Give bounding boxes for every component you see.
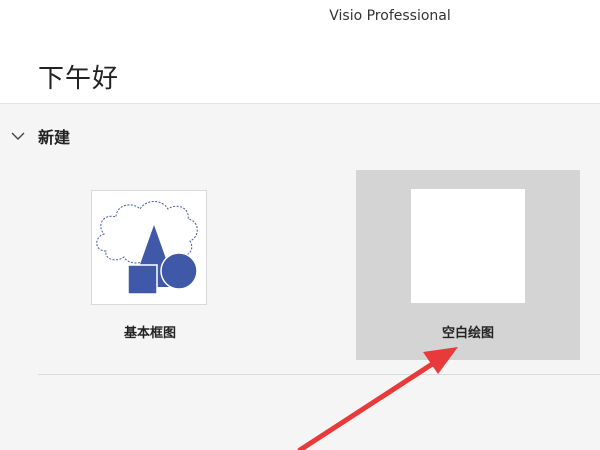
section-divider bbox=[38, 374, 600, 375]
app-title: Visio Professional bbox=[329, 8, 451, 24]
basic-diagram-thumbnail bbox=[91, 190, 207, 305]
new-section-header[interactable]: 新建 bbox=[8, 122, 70, 150]
template-blank-drawing[interactable]: 空白绘图 bbox=[356, 170, 580, 360]
new-document-panel: 新建 基本框图 空白绘图 bbox=[0, 104, 600, 450]
new-section-label: 新建 bbox=[38, 128, 71, 147]
template-label: 空白绘图 bbox=[441, 326, 494, 341]
greeting-heading: 下午好 bbox=[38, 64, 120, 94]
blank-drawing-thumbnail bbox=[411, 189, 525, 303]
template-basic-diagram[interactable]: 基本框图 bbox=[80, 176, 220, 356]
template-label: 基本框图 bbox=[123, 326, 176, 341]
chevron-down-icon[interactable] bbox=[8, 126, 28, 146]
